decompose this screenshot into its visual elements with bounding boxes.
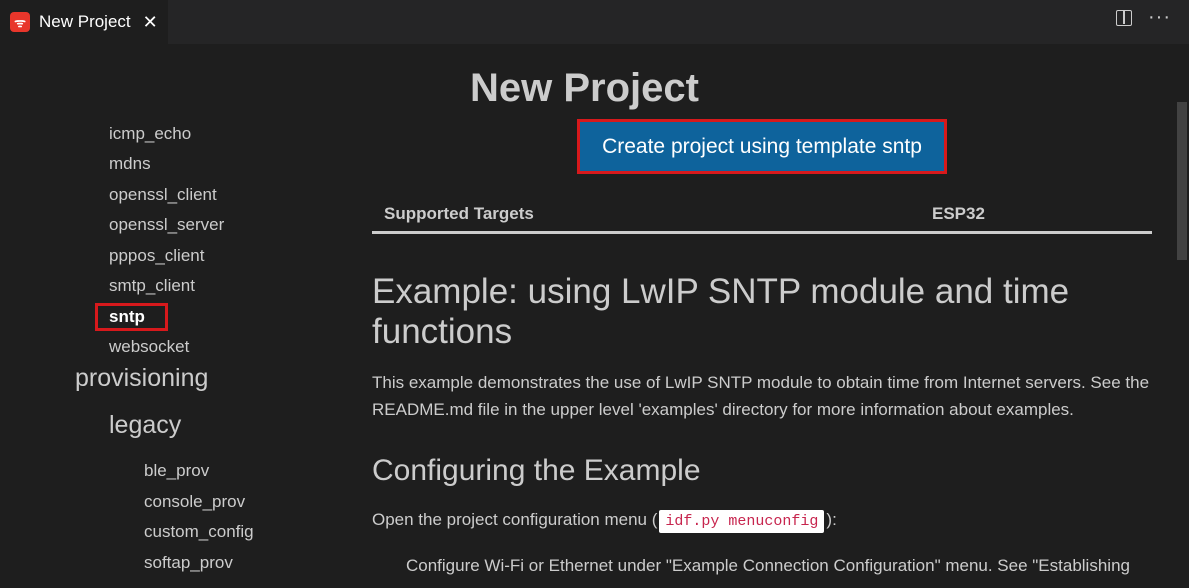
tab-new-project[interactable]: ᯤ New Project ✕ bbox=[0, 0, 168, 44]
menuconfig-code: idf.py menuconfig bbox=[659, 510, 825, 533]
wifi-config-instruction: Configure Wi-Fi or Ethernet under "Examp… bbox=[406, 556, 1130, 575]
sidebar-item-smtp-client[interactable]: smtp_client bbox=[109, 276, 195, 296]
supported-targets-value: ESP32 bbox=[932, 204, 985, 223]
sidebar-item-openssl-server[interactable]: openssl_server bbox=[109, 215, 224, 235]
scrollbar-thumb[interactable] bbox=[1177, 102, 1187, 260]
sidebar-item-sntp[interactable]: sntp bbox=[109, 307, 145, 327]
editor-actions: ··· bbox=[1116, 7, 1171, 27]
example-description: This example demonstrates the use of LwI… bbox=[372, 373, 1150, 419]
project-detail: New Project Create project using templat… bbox=[340, 44, 1175, 588]
config-instruction: Open the project configuration menu (idf… bbox=[372, 510, 837, 533]
sidebar-item-websocket[interactable]: websocket bbox=[109, 337, 189, 357]
sidebar-section-provisioning[interactable]: provisioning bbox=[75, 364, 208, 393]
page-title: New Project bbox=[470, 66, 699, 110]
vertical-scrollbar[interactable] bbox=[1175, 44, 1189, 588]
config-prefix: Open the project configuration menu ( bbox=[372, 510, 658, 529]
supported-targets-header: Supported Targets bbox=[384, 204, 534, 223]
sidebar-item-icmp-echo[interactable]: icmp_echo bbox=[109, 124, 191, 144]
sidebar-item-ble-prov[interactable]: ble_prov bbox=[144, 461, 209, 481]
sidebar-item-softap-prov[interactable]: softap_prov bbox=[144, 553, 233, 573]
sidebar-section-legacy[interactable]: legacy bbox=[109, 411, 181, 440]
examples-sidebar: icmp_echo mdns openssl_client openssl_se… bbox=[0, 44, 340, 588]
more-actions-icon[interactable]: ··· bbox=[1148, 7, 1171, 27]
sidebar-item-custom-config[interactable]: custom_config bbox=[144, 522, 254, 542]
config-suffix: ): bbox=[826, 510, 837, 529]
configuring-heading: Configuring the Example bbox=[372, 454, 701, 487]
supported-targets-row: Supported Targets ESP32 bbox=[372, 194, 1152, 234]
close-icon[interactable]: ✕ bbox=[143, 12, 158, 33]
example-heading: Example: using LwIP SNTP module and time… bbox=[372, 272, 1070, 351]
sidebar-item-mdns[interactable]: mdns bbox=[109, 154, 151, 174]
espressif-logo-icon: ᯤ bbox=[10, 12, 30, 32]
split-editor-icon[interactable] bbox=[1116, 10, 1133, 26]
create-project-button[interactable]: Create project using template sntp bbox=[577, 119, 947, 174]
sidebar-item-pppos-client[interactable]: pppos_client bbox=[109, 246, 204, 266]
sidebar-item-console-prov[interactable]: console_prov bbox=[144, 492, 245, 512]
tab-title: New Project bbox=[39, 12, 131, 31]
sidebar-item-openssl-client[interactable]: openssl_client bbox=[109, 185, 217, 205]
tab-bar: ᯤ New Project ✕ ··· bbox=[0, 0, 1189, 45]
